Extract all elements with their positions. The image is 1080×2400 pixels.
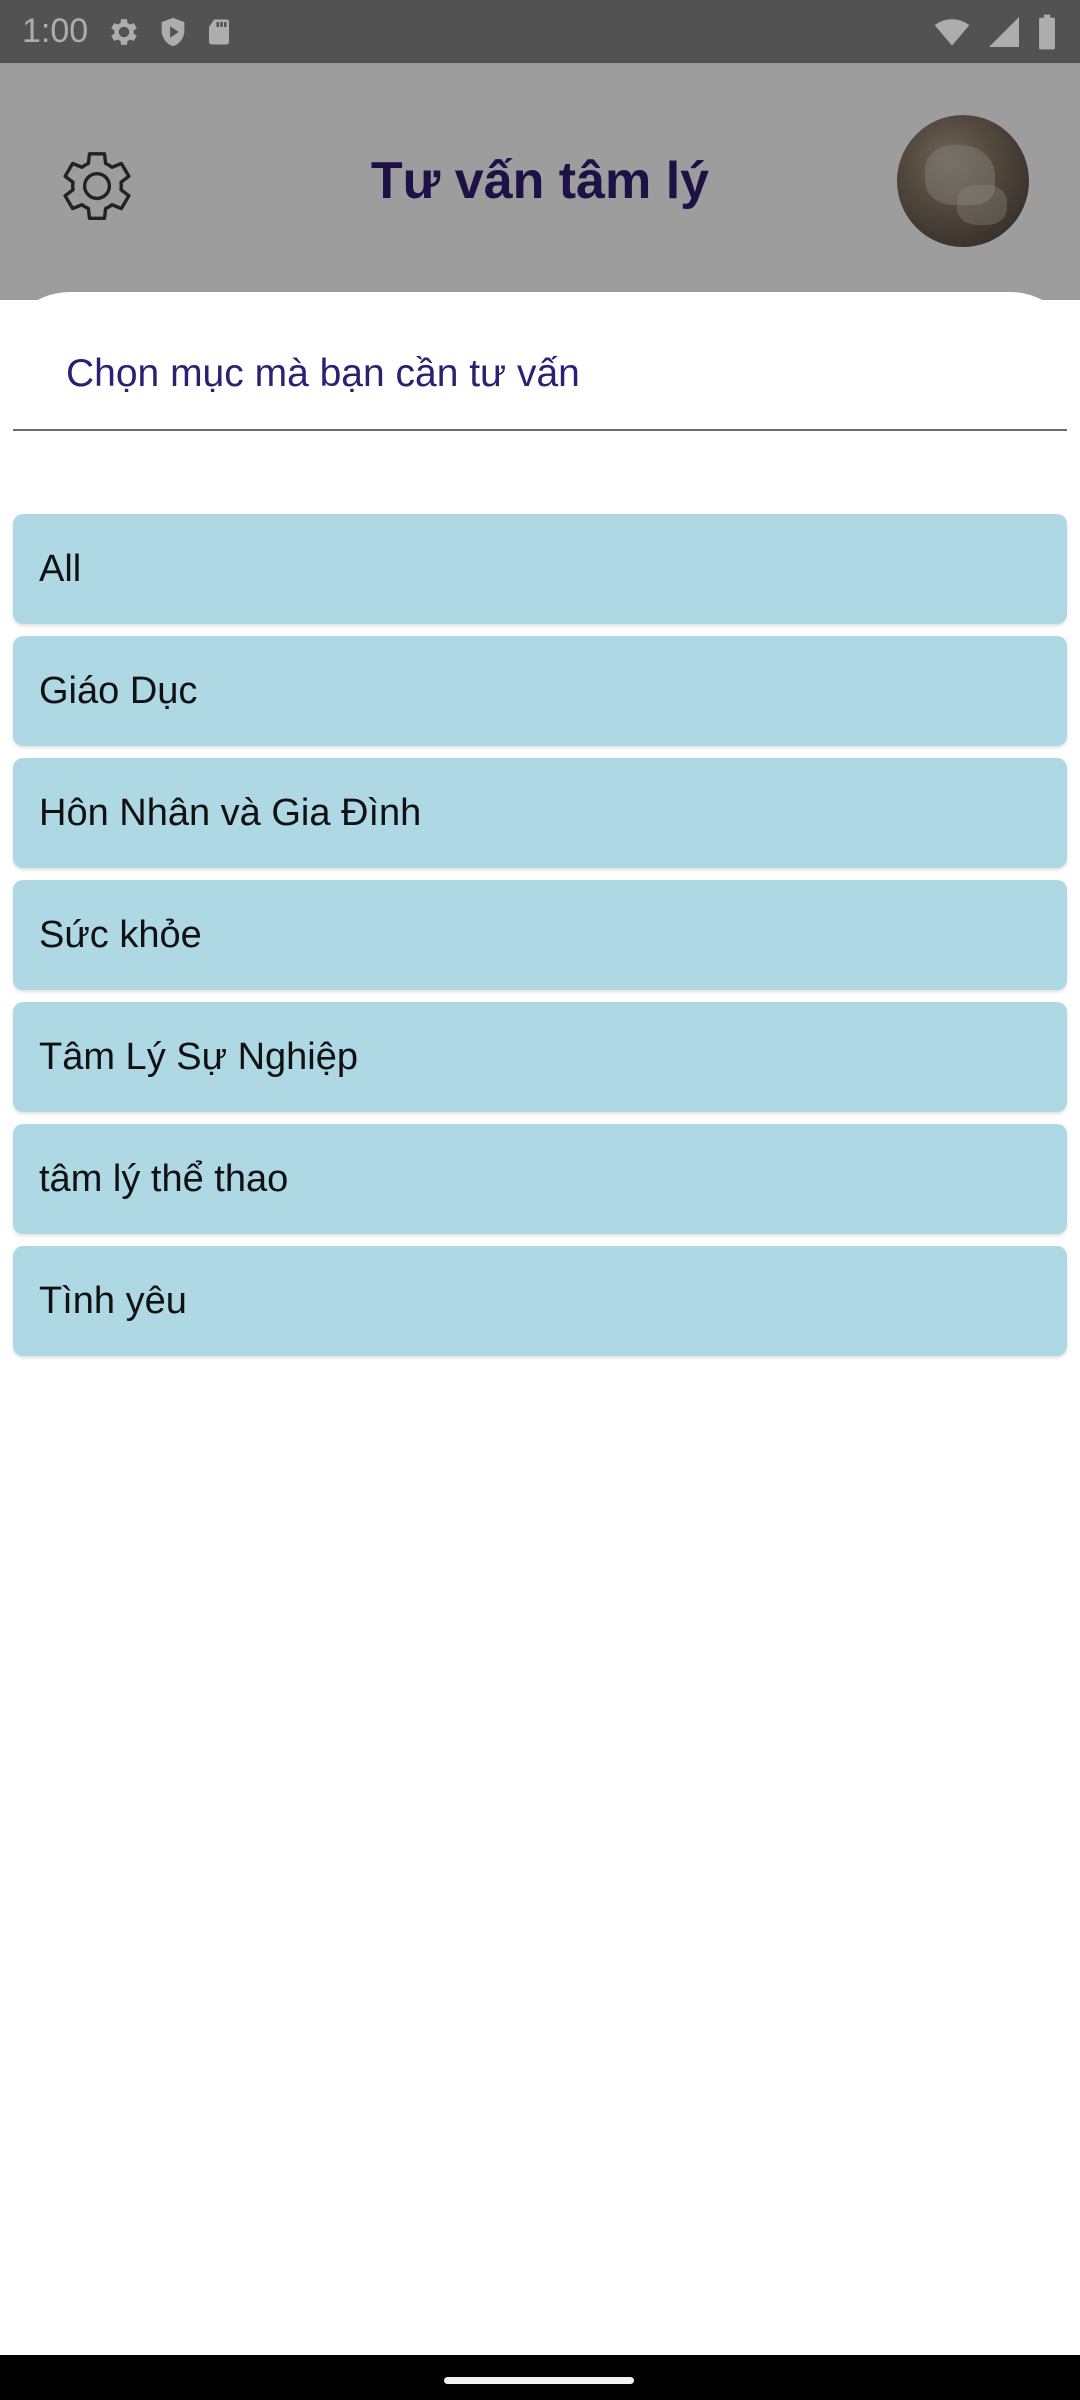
divider [13,429,1067,431]
background-screen: 1:00 Tư vấn tâm lý [0,0,1080,300]
status-icons-right [932,13,1058,51]
navigation-bar [0,2355,1080,2400]
category-item-tam-ly-the-thao[interactable]: tâm lý thể thao [13,1124,1067,1234]
avatar[interactable] [897,115,1029,247]
sd-card-icon [209,19,230,44]
status-icons-left [106,14,234,50]
category-item-hon-nhan-gia-dinh[interactable]: Hôn Nhân và Gia Đình [13,758,1067,868]
category-item-suc-khoe[interactable]: Sức khỏe [13,880,1067,990]
wifi-icon [934,18,970,45]
category-item-giao-duc[interactable]: Giáo Dục [13,636,1067,746]
category-item-all[interactable]: All [13,514,1067,624]
status-time: 1:00 [22,12,89,50]
battery-icon [1039,14,1055,49]
sheet-header: Chọn mục mà bạn cần tư vấn [66,352,580,395]
gear-icon [111,18,137,45]
home-handle[interactable] [444,2377,634,2384]
category-list: All Giáo Dục Hôn Nhân và Gia Đình Sức kh… [13,514,1067,1368]
category-item-tam-ly-su-nghiep[interactable]: Tâm Lý Sự Nghiệp [13,1002,1067,1112]
category-item-tinh-yeu[interactable]: Tình yêu [13,1246,1067,1356]
status-bar: 1:00 [0,0,1080,63]
shield-icon [161,17,185,46]
signal-icon [989,16,1019,47]
app-bar: Tư vấn tâm lý [0,63,1080,300]
bottom-sheet: Chọn mục mà bạn cần tư vấn All Giáo Dục … [0,292,1080,2355]
